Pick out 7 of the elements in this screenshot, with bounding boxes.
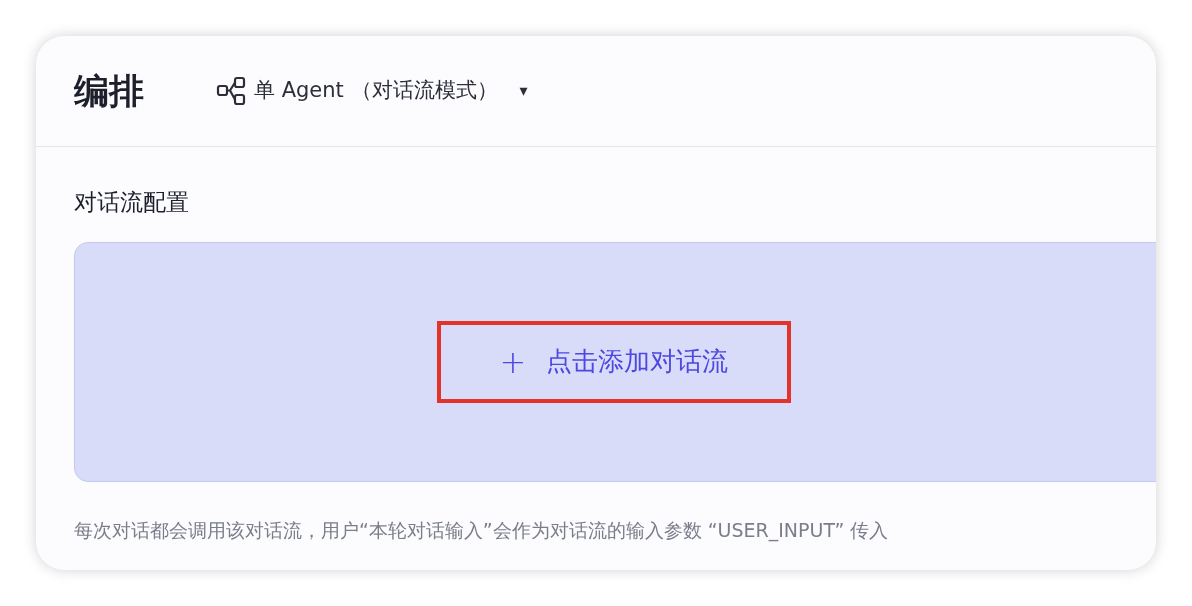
add-conversation-flow-button[interactable]: + 点击添加对话流 [437,320,791,403]
section-title: 对话流配置 [74,188,190,217]
mode-dropdown[interactable]: 单 Agent （对话流模式） ▾ [216,75,528,107]
dropzone[interactable]: + 点击添加对话流 [74,241,1156,482]
nodes-icon [216,76,246,106]
page-title: 编排 [74,69,144,113]
hint-text: 每次对话都会调用该对话流，用户“本轮对话输入”会作为对话流的输入参数 “USER_INPUT” 传入 [74,517,890,544]
